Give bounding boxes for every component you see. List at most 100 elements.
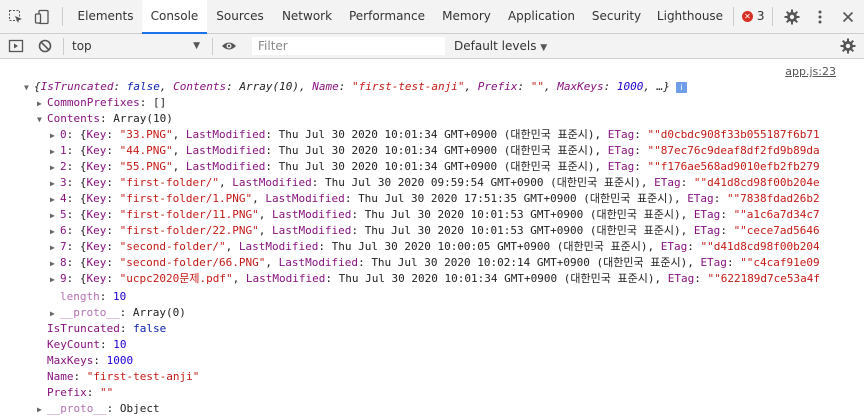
inspect-element-icon[interactable]	[8, 9, 24, 25]
item-index: 7	[60, 240, 67, 253]
tab-sources[interactable]: Sources	[207, 0, 273, 33]
item-key: "second-folder/66.PNG"	[119, 256, 266, 269]
tab-performance[interactable]: Performance	[341, 0, 433, 33]
property-value: 10	[113, 338, 127, 351]
collapsed-triangle-icon[interactable]: ▶	[50, 224, 60, 240]
object-property-row: Name: "first-test-anji"	[47, 370, 200, 383]
item-index: 0	[60, 128, 67, 141]
collapsed-triangle-icon[interactable]: ▶	[50, 256, 60, 272]
item-etag: ""f176ae568ad9010efb2fb279	[647, 160, 820, 173]
item-lastmodified: Thu Jul 30 2020 10:01:34 GMT+0900 (대한민국 …	[278, 160, 595, 173]
object-proto-row[interactable]: ▶ __proto__: Object	[37, 401, 160, 417]
object-summary[interactable]: ▼ {IsTruncated: false, Contents: Array(10…	[24, 79, 687, 95]
divider	[733, 7, 734, 26]
length-row: length: 10	[60, 290, 127, 303]
item-lastmodified: Thu Jul 30 2020 17:51:35 GMT+0900 (대한민국 …	[358, 192, 674, 205]
property-value: false	[133, 322, 167, 335]
collapsed-triangle-icon[interactable]: ▶	[50, 208, 60, 224]
devtools-tabbar: Elements Console Sources Network Perform…	[0, 0, 864, 34]
content-item-row[interactable]: ▶ 0: {Key: "33.PNG", LastModified: Thu Ju…	[50, 127, 820, 143]
divider	[63, 38, 64, 55]
content-item-row[interactable]: ▶ 5: {Key: "first-folder/11.PNG", LastMod…	[50, 207, 820, 223]
property-value: ""	[100, 386, 114, 399]
content-item-row[interactable]: ▶ 7: {Key: "second-folder/", LastModified…	[50, 239, 820, 255]
item-index: 4	[60, 192, 67, 205]
object-property-row: KeyCount: 10	[47, 338, 127, 351]
tab-elements[interactable]: Elements	[69, 0, 142, 33]
tab-memory[interactable]: Memory	[433, 0, 500, 33]
source-link[interactable]: app.js:23	[785, 65, 836, 78]
item-key: "first-folder/11.PNG"	[119, 208, 259, 221]
tab-lighthouse[interactable]: Lighthouse	[650, 0, 730, 33]
property-key: Prefix	[47, 386, 87, 399]
item-key: "first-folder/1.PNG"	[119, 192, 253, 205]
context-selector[interactable]: top ▼	[72, 34, 204, 58]
content-item-row[interactable]: ▶ 1: {Key: "44.PNG", LastModified: Thu Ju…	[50, 143, 820, 159]
item-lastmodified: Thu Jul 30 2020 10:01:34 GMT+0900 (대한민국 …	[278, 128, 595, 141]
collapsed-triangle-icon[interactable]: ▶	[50, 176, 60, 192]
collapsed-triangle-icon[interactable]: ▶	[37, 402, 47, 418]
item-index: 8	[60, 256, 67, 269]
item-etag: ""7838fdad26b2	[726, 192, 820, 205]
error-icon: ✕	[742, 11, 753, 22]
context-value: top	[72, 39, 92, 53]
content-item-row[interactable]: ▶ 3: {Key: "first-folder/", LastModified:…	[50, 175, 820, 191]
device-toolbar-icon[interactable]	[34, 9, 50, 25]
item-key: "second-folder/"	[119, 240, 226, 253]
content-item-row[interactable]: ▶ 2: {Key: "55.PNG", LastModified: Thu Ju…	[50, 159, 820, 175]
filter-input[interactable]	[252, 37, 445, 55]
content-item-row[interactable]: ▶ 8: {Key: "second-folder/66.PNG", LastMo…	[50, 255, 820, 271]
info-icon[interactable]: i	[675, 81, 687, 93]
collapsed-triangle-icon[interactable]: ▶	[50, 192, 60, 208]
array-proto-row[interactable]: ▶ __proto__: Array(0)	[50, 305, 186, 321]
item-lastmodified: Thu Jul 30 2020 10:02:14 GMT+0900 (대한민국 …	[371, 256, 688, 269]
property-value: 1000	[106, 354, 134, 367]
item-etag: ""c4caf91e09	[740, 256, 820, 269]
tab-console[interactable]: Console	[142, 0, 207, 34]
property-key: Name	[47, 370, 74, 383]
object-property-row: IsTruncated: false	[47, 322, 167, 335]
item-key: "55.PNG"	[119, 160, 173, 173]
divider	[212, 38, 213, 55]
error-count: 3	[756, 9, 765, 23]
close-devtools-icon[interactable]	[840, 9, 856, 25]
dropdown-arrow-icon: ▼	[193, 41, 200, 51]
tab-network[interactable]: Network	[273, 0, 341, 33]
content-item-row[interactable]: ▶ 6: {Key: "first-folder/22.PNG", LastMod…	[50, 223, 820, 239]
contents-row[interactable]: ▼ Contents: Array(10)	[37, 111, 173, 127]
tab-application[interactable]: Application	[500, 0, 583, 33]
item-lastmodified: Thu Jul 30 2020 10:00:05 GMT+0900 (대한민국 …	[331, 240, 648, 253]
collapsed-triangle-icon[interactable]: ▶	[50, 144, 60, 160]
collapsed-triangle-icon[interactable]: ▶	[50, 272, 60, 288]
console-settings-gear-icon[interactable]	[840, 38, 856, 54]
item-key: "33.PNG"	[119, 128, 173, 141]
content-item-row[interactable]: ▶ 9: {Key: "ucpc2020문제.pdf", LastModified…	[50, 271, 820, 287]
live-expression-eye-icon[interactable]	[221, 38, 237, 54]
property-key: IsTruncated	[47, 322, 120, 335]
console-toolbar: top ▼ Default levels ▼	[0, 34, 864, 59]
expanded-triangle-icon[interactable]: ▼	[24, 80, 34, 96]
item-lastmodified: Thu Jul 30 2020 10:01:53 GMT+0900 (대한민국 …	[364, 224, 681, 237]
settings-gear-icon[interactable]	[784, 9, 800, 25]
tab-security[interactable]: Security	[583, 0, 650, 33]
item-key: "first-folder/22.PNG"	[119, 224, 259, 237]
collapsed-triangle-icon[interactable]: ▶	[50, 160, 60, 176]
clear-console-icon[interactable]	[37, 38, 53, 54]
item-key: "first-folder/"	[119, 176, 219, 189]
log-levels-dropdown[interactable]: Default levels ▼	[454, 34, 547, 58]
item-etag: ""cece7ad5646	[733, 224, 820, 237]
collapsed-triangle-icon[interactable]: ▶	[50, 306, 60, 322]
item-lastmodified: Thu Jul 30 2020 10:01:34 GMT+0900 (대한민국 …	[338, 272, 655, 285]
show-sidebar-icon[interactable]	[8, 38, 24, 54]
item-lastmodified: Thu Jul 30 2020 10:01:34 GMT+0900 (대한민국 …	[278, 144, 595, 157]
collapsed-triangle-icon[interactable]: ▶	[50, 240, 60, 256]
content-item-row[interactable]: ▶ 4: {Key: "first-folder/1.PNG", LastModi…	[50, 191, 820, 207]
item-etag: ""622189d7ce53a4f	[707, 272, 821, 285]
collapsed-triangle-icon[interactable]: ▶	[37, 96, 47, 112]
common-prefixes-row[interactable]: ▶ CommonPrefixes: []	[37, 95, 166, 111]
expanded-triangle-icon[interactable]: ▼	[37, 112, 47, 128]
item-index: 5	[60, 208, 67, 221]
collapsed-triangle-icon[interactable]: ▶	[50, 128, 60, 144]
error-counter[interactable]: ✕ 3	[742, 0, 764, 33]
more-options-icon[interactable]	[812, 9, 828, 25]
